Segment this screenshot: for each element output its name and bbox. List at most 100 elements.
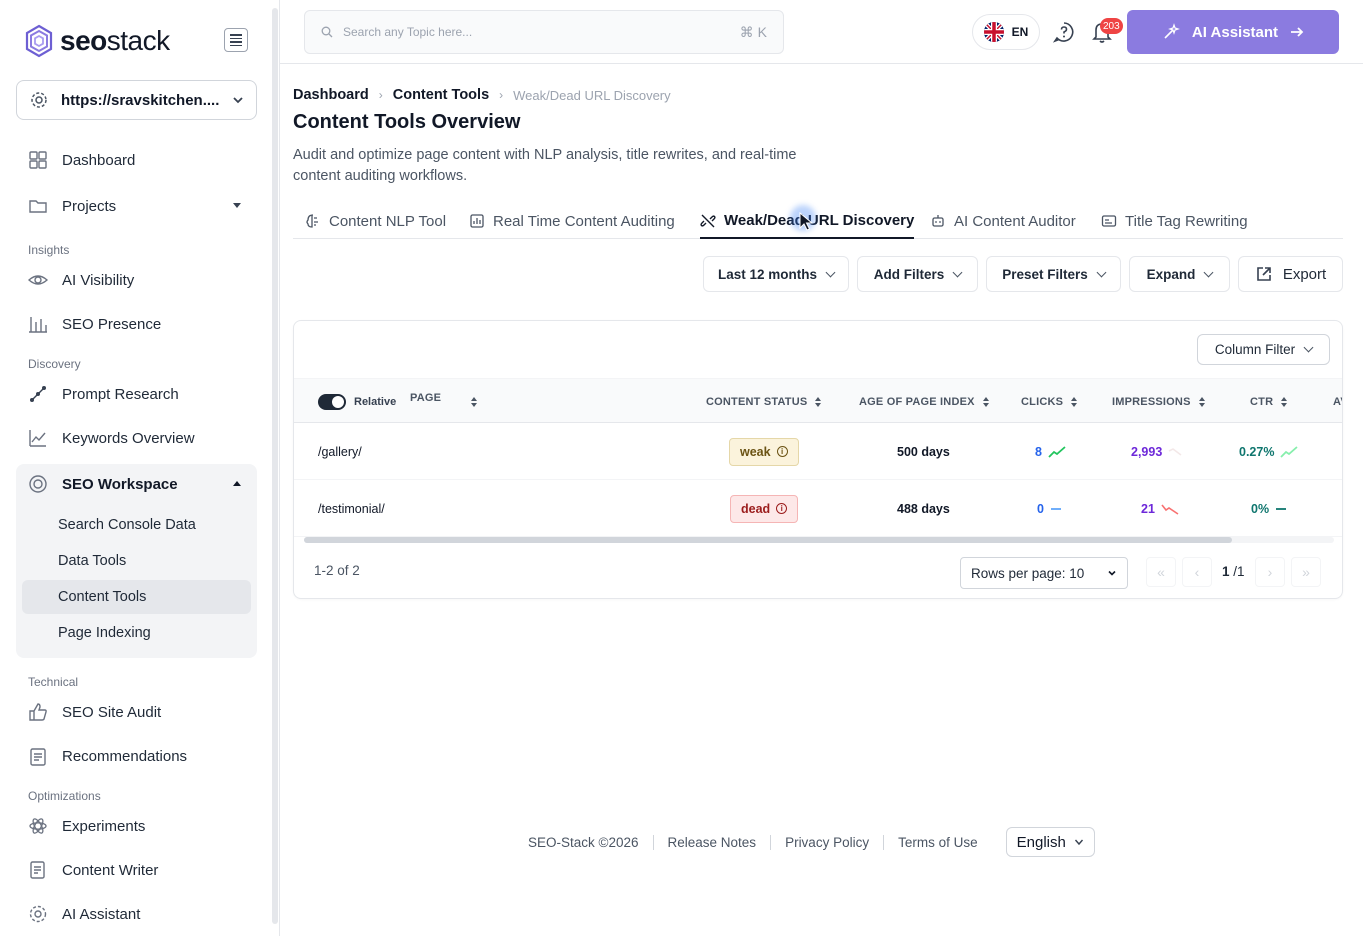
impressions-value: 2,993 <box>1131 444 1163 459</box>
breadcrumb-separator-icon: › <box>378 88 383 102</box>
tab-label: Content NLP Tool <box>329 212 447 230</box>
add-filters-button[interactable]: Add Filters <box>857 256 978 292</box>
sidebar-item-projects[interactable]: Projects <box>16 186 257 226</box>
relative-toggle[interactable] <box>318 393 346 410</box>
sidebar-item-label: AI Visibility <box>62 271 135 289</box>
column-header-label: AGE OF PAGE INDEX <box>859 395 975 408</box>
logo-icon <box>25 24 53 58</box>
ctr-value: 0.27% <box>1239 444 1275 459</box>
sidebar-item-seo-presence[interactable]: SEO Presence <box>16 304 257 344</box>
chevron-down-icon <box>233 97 243 104</box>
info-icon[interactable]: i <box>776 446 788 457</box>
last-page-button[interactable]: » <box>1291 557 1321 587</box>
sidebar-subitem-page-indexing[interactable]: Page Indexing <box>22 616 251 650</box>
first-page-button[interactable]: « <box>1146 557 1176 587</box>
trend-up-icon <box>1280 445 1299 458</box>
ai-assistant-button[interactable]: AI Assistant <box>1127 10 1339 54</box>
footer-terms-link[interactable]: Terms of Use <box>883 834 992 850</box>
column-filter-button[interactable]: Column Filter <box>1197 334 1330 365</box>
tab-label: Weak/Dead URL Discovery <box>724 212 915 229</box>
sidebar-item-content-writer[interactable]: Content Writer <box>16 850 257 890</box>
cell-page[interactable]: /gallery/ <box>318 423 362 480</box>
column-header-avg[interactable]: AV <box>1333 379 1342 424</box>
gear-icon <box>29 905 47 923</box>
breadcrumb-content-tools[interactable]: Content Tools <box>393 87 489 103</box>
page-sort-button[interactable] <box>471 379 477 424</box>
language-switcher[interactable]: EN <box>972 14 1040 50</box>
link-off-icon <box>700 214 716 227</box>
table-horizontal-scrollbar[interactable] <box>304 537 1232 543</box>
footer-privacy-link[interactable]: Privacy Policy <box>770 834 883 850</box>
tab-title-tag-rewriting[interactable]: Title Tag Rewriting <box>1101 204 1248 238</box>
sidebar-subitem-content-tools[interactable]: Content Tools <box>22 580 251 614</box>
brand-name: seostack <box>60 25 170 56</box>
sidebar-item-label: Recommendations <box>62 747 188 765</box>
section-label-discovery: Discovery <box>28 357 81 371</box>
sidebar-item-ai-visibility[interactable]: AI Visibility <box>16 260 257 300</box>
double-chevron-right-icon: » <box>1302 564 1310 580</box>
status-text: weak <box>740 444 771 459</box>
chevron-down-icon <box>1096 267 1107 277</box>
tab-ai-content-auditor[interactable]: AI Content Auditor <box>930 204 1076 238</box>
page-description: Audit and optimize page content with NLP… <box>293 147 797 184</box>
sidebar-item-keywords-overview[interactable]: Keywords Overview <box>16 418 257 458</box>
column-header-age[interactable]: AGE OF PAGE INDEX <box>859 379 989 424</box>
prev-page-button[interactable]: ‹ <box>1182 557 1212 587</box>
sidebar-item-experiments[interactable]: Experiments <box>16 806 257 846</box>
eye-icon <box>28 275 48 285</box>
expand-button[interactable]: Expand <box>1129 256 1230 292</box>
export-button[interactable]: Export <box>1238 256 1343 292</box>
cell-clicks: 8 <box>1035 423 1066 480</box>
sidebar-subitem-search-console-data[interactable]: Search Console Data <box>22 508 251 542</box>
status-badge[interactable]: dead i <box>730 494 799 523</box>
help-icon[interactable] <box>1053 21 1075 43</box>
cell-age: 488 days <box>897 501 950 516</box>
column-header-page[interactable]: PAGE <box>410 375 441 420</box>
column-header-clicks[interactable]: CLICKS <box>1021 379 1078 424</box>
site-selector[interactable]: https://sravskitchen.... <box>16 80 257 120</box>
brand-logo[interactable]: seostack <box>24 24 170 58</box>
uk-flag-icon <box>983 22 1004 42</box>
sidebar-item-dashboard[interactable]: Dashboard <box>16 140 257 180</box>
sidebar-item-seo-workspace[interactable]: SEO Workspace <box>16 464 257 504</box>
sidebar-scrollbar[interactable] <box>272 8 278 924</box>
tab-real-time-content-auditing[interactable]: Real Time Content Auditing <box>469 204 675 238</box>
date-range-select[interactable]: Last 12 months <box>703 256 849 292</box>
tab-content-nlp-tool[interactable]: Content NLP Tool <box>305 204 446 238</box>
column-header-ctr[interactable]: CTR <box>1250 379 1288 424</box>
sidebar-item-ai-assistant[interactable]: AI Assistant <box>16 894 257 934</box>
export-label: Export <box>1282 265 1327 283</box>
table-row[interactable]: /testimonial/ dead i 488 days 0 21 0% <box>294 480 1342 537</box>
sidebar-item-seo-site-audit[interactable]: SEO Site Audit <box>16 692 257 732</box>
external-link-icon <box>1257 267 1271 281</box>
status-badge[interactable]: weak i <box>729 437 799 466</box>
next-page-button[interactable]: › <box>1255 557 1285 587</box>
column-header-impressions[interactable]: IMPRESSIONS <box>1112 379 1205 424</box>
cell-page[interactable]: /testimonial/ <box>318 480 385 537</box>
rows-per-page-select[interactable]: Rows per page: 10 <box>960 557 1128 589</box>
status-text: dead <box>741 501 771 516</box>
bar-chart-icon <box>29 317 47 333</box>
cell-clicks: 0 <box>1037 480 1062 537</box>
current-page: 1 <box>1222 564 1230 579</box>
footer-release-notes-link[interactable]: Release Notes <box>652 834 771 850</box>
search-input[interactable]: Search any Topic here... ⌘ K <box>304 10 784 54</box>
trend-up-icon <box>1048 445 1066 458</box>
footer-language-select[interactable]: English <box>1005 827 1095 857</box>
table-header: Relative PAGE CONTENT STATUS AGE OF PAGE… <box>294 375 1342 424</box>
sidebar-item-prompt-research[interactable]: Prompt Research <box>16 374 257 414</box>
chevron-left-icon: ‹ <box>1194 564 1200 580</box>
column-header-content-status[interactable]: CONTENT STATUS <box>706 379 822 424</box>
preset-filters-button[interactable]: Preset Filters <box>986 256 1121 292</box>
pagination-count: 1-2 of 2 <box>314 563 360 578</box>
sidebar-item-label: SEO Workspace <box>62 475 178 493</box>
sidebar-collapse-button[interactable] <box>224 28 248 52</box>
sidebar-subitem-data-tools[interactable]: Data Tools <box>22 544 251 578</box>
info-icon[interactable]: i <box>776 503 788 514</box>
chevron-down-icon <box>1203 267 1214 277</box>
table-row[interactable]: /gallery/ weak i 500 days 8 2,993 0.27% <box>294 423 1342 480</box>
breadcrumb-dashboard[interactable]: Dashboard <box>293 87 369 103</box>
trend-flat-icon <box>1050 507 1061 510</box>
cell-content-status: dead i <box>730 480 799 537</box>
sidebar-item-recommendations[interactable]: Recommendations <box>16 736 257 776</box>
